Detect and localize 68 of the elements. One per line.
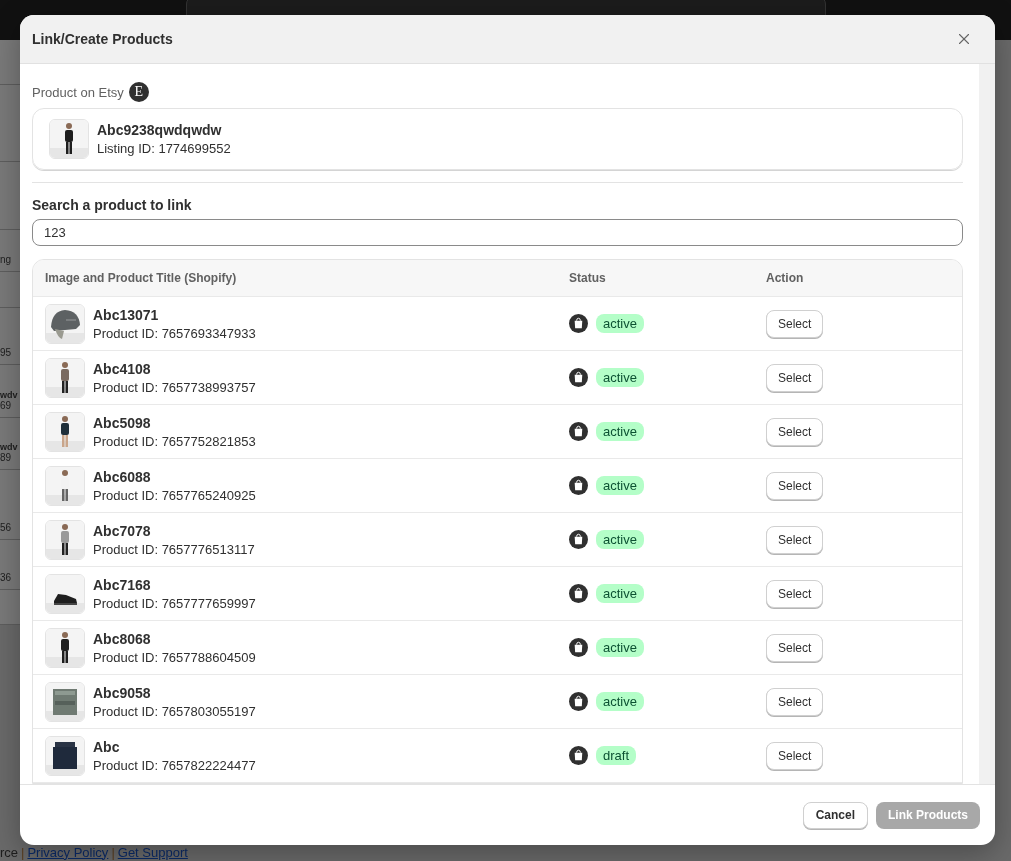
- product-id: Product ID: 7657822224477: [93, 757, 256, 773]
- footer-text: rce: [0, 844, 19, 860]
- shopping-bag-icon: [569, 368, 588, 387]
- select-button[interactable]: Select: [766, 741, 824, 770]
- select-button[interactable]: Select: [766, 525, 824, 554]
- separator: |: [21, 844, 25, 860]
- row-text: 56: [0, 522, 13, 533]
- status-badge: active: [596, 530, 644, 549]
- shopping-bag-icon: [569, 314, 588, 333]
- product-id: Product ID: 7657693347933: [93, 325, 256, 341]
- product-id: Product ID: 7657765240925: [93, 487, 256, 503]
- product-id: Product ID: 7657777659997: [93, 595, 256, 611]
- product-title: Abc5098: [93, 414, 152, 431]
- product-title: Abc6088: [93, 468, 152, 485]
- status-badge: active: [596, 476, 644, 495]
- column-header: Image and Product Title (Shopify): [44, 271, 238, 285]
- column-header: Status: [568, 271, 607, 285]
- product-title: Abc8068: [93, 630, 152, 647]
- etsy-badge: E: [128, 82, 149, 102]
- status-badge: active: [596, 692, 644, 711]
- shopping-bag-icon: [569, 746, 588, 765]
- row-text: 95: [0, 347, 13, 358]
- search-input[interactable]: 123: [32, 218, 963, 246]
- product-id: Product ID: 7657752821853: [93, 433, 256, 449]
- shopping-bag-icon: [569, 476, 588, 495]
- product-name: Abc9238qwdqwdw: [97, 121, 223, 138]
- row-title: wdv: [0, 442, 19, 452]
- select-button[interactable]: Select: [766, 633, 824, 662]
- status-badge: active: [596, 368, 644, 387]
- row-text: ng: [0, 254, 13, 265]
- listing-id: Listing ID: 1774699552: [97, 140, 231, 156]
- separator: |: [111, 844, 115, 860]
- select-button[interactable]: Select: [766, 471, 824, 500]
- status-badge: active: [596, 584, 644, 603]
- select-button[interactable]: Select: [766, 417, 824, 446]
- product-title: Abc7168: [93, 576, 152, 593]
- shopping-bag-icon: [569, 422, 588, 441]
- product-id: Product ID: 7657803055197: [93, 703, 256, 719]
- product-title: Abc: [93, 738, 121, 755]
- row-text: 69: [0, 400, 13, 411]
- product-id: Product ID: 7657776513117: [93, 541, 255, 557]
- select-button[interactable]: Select: [766, 363, 824, 392]
- status-badge: draft: [596, 746, 636, 765]
- row-text: 89: [0, 452, 13, 463]
- product-id: Product ID: 7657738993757: [93, 379, 256, 395]
- cancel-button[interactable]: Cancel: [802, 801, 868, 829]
- table-row: [0, 40, 20, 85]
- product-title: Abc9058: [93, 684, 152, 701]
- status-badge: active: [596, 422, 644, 441]
- product-title: Abc7078: [93, 522, 152, 539]
- search-label: Search a product to link: [32, 196, 193, 213]
- shopping-bag-icon: [569, 692, 588, 711]
- select-button[interactable]: Select: [766, 579, 824, 608]
- product-title: Abc4108: [93, 360, 152, 377]
- product-id: Product ID: 7657788604509: [93, 649, 256, 665]
- select-button[interactable]: Select: [766, 687, 824, 716]
- status-badge: active: [596, 314, 644, 333]
- column-header: Action: [765, 271, 805, 285]
- row-text: 36: [0, 572, 13, 583]
- status-badge: active: [596, 638, 644, 657]
- select-button[interactable]: Select: [766, 309, 824, 338]
- shopping-bag-icon: [569, 530, 588, 549]
- section-label: Product on Etsy: [32, 84, 124, 100]
- shopping-bag-icon: [569, 584, 588, 603]
- row-title: wdv: [0, 390, 19, 400]
- product-title: Abc13071: [93, 306, 160, 323]
- dialog-title: Link/Create Products: [32, 31, 173, 47]
- shopping-bag-icon: [569, 638, 588, 657]
